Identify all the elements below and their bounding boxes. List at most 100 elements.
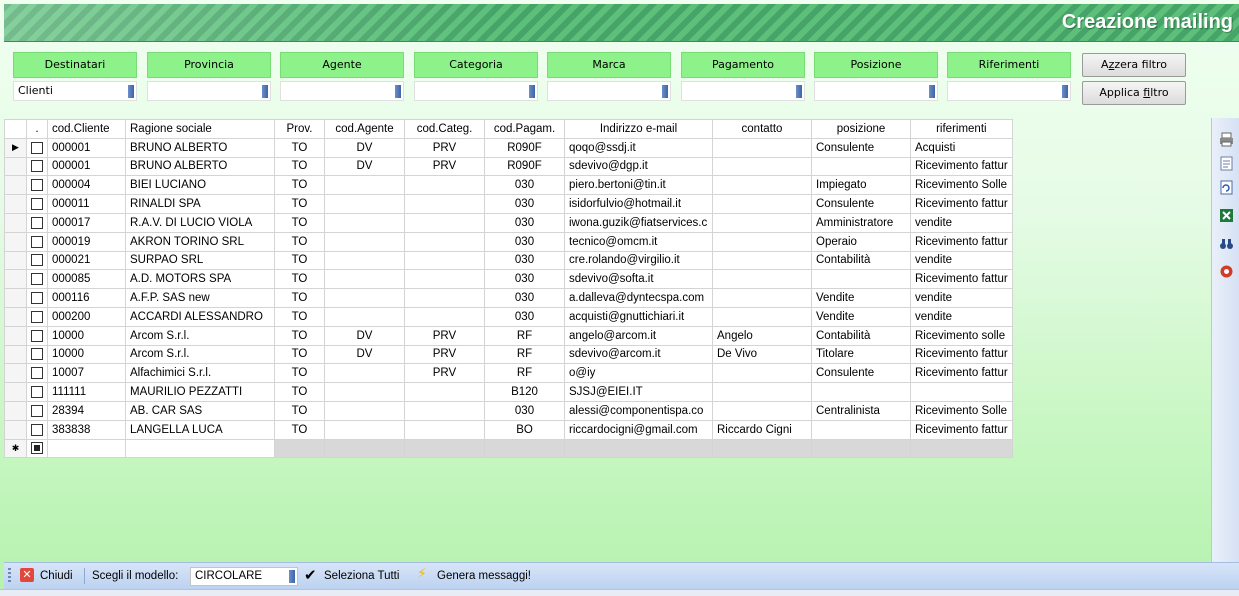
cell-ref[interactable]: Ricevimento solle — [910, 325, 1013, 346]
cell-cat[interactable]: PRV — [404, 325, 485, 346]
row-indicator[interactable] — [4, 269, 27, 290]
cell-code[interactable]: 000001 — [47, 156, 126, 177]
cell-contact[interactable] — [712, 363, 812, 384]
row-indicator[interactable] — [4, 363, 27, 384]
cell-position[interactable] — [811, 419, 911, 440]
filter-select[interactable] — [414, 81, 538, 101]
cell-pay[interactable]: R090F — [484, 156, 565, 177]
column-header[interactable]: posizione — [811, 119, 911, 139]
cell-pay[interactable]: 030 — [484, 250, 565, 271]
new-record-row[interactable]: ✱ — [4, 438, 1013, 459]
cell-position[interactable]: Operaio — [811, 231, 911, 252]
cell-name[interactable]: BRUNO ALBERTO — [125, 156, 275, 177]
row-checkbox[interactable] — [31, 423, 43, 436]
cell-cat[interactable] — [404, 306, 485, 327]
row-checkbox[interactable] — [31, 386, 43, 399]
cell-prov[interactable]: TO — [274, 306, 325, 327]
cell-name[interactable]: BRUNO ALBERTO — [125, 137, 275, 158]
cell-email[interactable]: iwona.guzik@fiatservices.c — [564, 212, 713, 233]
cell-position[interactable] — [811, 156, 911, 177]
cell-cat[interactable]: PRV — [404, 137, 485, 158]
row-indicator[interactable] — [4, 156, 27, 177]
new-cell[interactable] — [274, 438, 325, 459]
cell-agent[interactable]: DV — [324, 156, 405, 177]
filter-dropdown-button[interactable] — [529, 85, 535, 98]
cell-ref[interactable]: Ricevimento fattur — [910, 269, 1013, 290]
cell-pay[interactable]: 030 — [484, 288, 565, 308]
row-checkbox[interactable] — [31, 179, 43, 192]
lightning-icon[interactable]: ⚡ — [417, 566, 427, 582]
cell-agent[interactable] — [324, 194, 405, 214]
filter-dropdown-button[interactable] — [128, 85, 134, 98]
cell-email[interactable]: alessi@componentispa.co — [564, 400, 713, 421]
cell-cat[interactable]: PRV — [404, 363, 485, 384]
cell-name[interactable]: AB. CAR SAS — [125, 400, 275, 421]
table-row[interactable]: ▶ 000001 BRUNO ALBERTO TO DV PRV R090F qoqo@ssd… — [4, 137, 1013, 158]
cell-agent[interactable] — [324, 419, 405, 440]
cell-name[interactable]: SURPAO SRL — [125, 250, 275, 271]
cell-code[interactable]: 000085 — [47, 269, 126, 290]
cell-pay[interactable]: 030 — [484, 231, 565, 252]
row-indicator[interactable] — [4, 325, 27, 346]
cell-code[interactable]: 10007 — [47, 363, 126, 384]
row-checkbox[interactable] — [31, 404, 43, 417]
cell-name[interactable]: Arcom S.r.l. — [125, 325, 275, 346]
cell-agent[interactable] — [324, 231, 405, 252]
cell-position[interactable]: Vendite — [811, 306, 911, 327]
cell-cat[interactable] — [404, 419, 485, 440]
cell-agent[interactable] — [324, 382, 405, 402]
row-indicator[interactable] — [4, 212, 27, 233]
cell-name[interactable]: AKRON TORINO SRL — [125, 231, 275, 252]
new-cell-name[interactable] — [125, 438, 275, 459]
cell-ref[interactable] — [910, 382, 1013, 402]
cell-ref[interactable]: Ricevimento fattur — [910, 231, 1013, 252]
cell-position[interactable]: Contabilità — [811, 250, 911, 271]
row-indicator[interactable] — [4, 344, 27, 365]
table-row[interactable]: 383838 LANGELLA LUCA TO BO riccardocigni@gma… — [4, 419, 1013, 440]
cell-code[interactable]: 10000 — [47, 344, 126, 365]
cell-contact[interactable]: De Vivo — [712, 344, 812, 365]
filter-select[interactable] — [681, 81, 805, 101]
cell-email[interactable]: o@iy — [564, 363, 713, 384]
cell-name[interactable]: Arcom S.r.l. — [125, 344, 275, 365]
cell-position[interactable]: Consulente — [811, 194, 911, 214]
select-all-button[interactable]: Seleziona Tutti — [324, 569, 399, 583]
filter-select[interactable] — [947, 81, 1071, 101]
row-indicator[interactable] — [4, 400, 27, 421]
new-cell[interactable] — [564, 438, 713, 459]
reset-filter-button[interactable]: Azzera filtro — [1082, 53, 1186, 77]
cell-cat[interactable]: PRV — [404, 344, 485, 365]
table-row[interactable]: 000017 R.A.V. DI LUCIO VIOLA TO 030 iwona.gu… — [4, 212, 1013, 233]
cell-contact[interactable] — [712, 231, 812, 252]
cell-prov[interactable]: TO — [274, 382, 325, 402]
table-row[interactable]: 10007 Alfachimici S.r.l. TO PRV RF o@iy Consul… — [4, 363, 1013, 384]
row-indicator[interactable] — [4, 306, 27, 327]
cell-name[interactable]: BIEI LUCIANO — [125, 175, 275, 196]
cell-name[interactable]: R.A.V. DI LUCIO VIOLA — [125, 212, 275, 233]
cell-agent[interactable]: DV — [324, 137, 405, 158]
table-row[interactable]: 000021 SURPAO SRL TO 030 cre.rolando@virgili… — [4, 250, 1013, 271]
cell-code[interactable]: 000200 — [47, 306, 126, 327]
table-row[interactable]: 000001 BRUNO ALBERTO TO DV PRV R090F sdevivo@d… — [4, 156, 1013, 177]
filter-select[interactable] — [280, 81, 404, 101]
cell-prov[interactable]: TO — [274, 269, 325, 290]
cell-code[interactable]: 28394 — [47, 400, 126, 421]
cell-position[interactable]: Vendite — [811, 288, 911, 308]
column-header[interactable]: Prov. — [274, 119, 325, 139]
row-checkbox[interactable] — [31, 329, 43, 342]
row-indicator[interactable] — [4, 231, 27, 252]
cell-cat[interactable] — [404, 400, 485, 421]
row-checkbox[interactable] — [31, 348, 43, 361]
cell-code[interactable]: 111111 — [47, 382, 126, 402]
cell-cat[interactable] — [404, 250, 485, 271]
cell-pay[interactable]: BO — [484, 419, 565, 440]
cell-agent[interactable] — [324, 363, 405, 384]
current-row-indicator[interactable]: ▶ — [4, 137, 27, 158]
row-checkbox[interactable] — [31, 273, 43, 286]
new-cell[interactable] — [811, 438, 911, 459]
row-checkbox[interactable] — [31, 160, 43, 173]
cell-prov[interactable]: TO — [274, 419, 325, 440]
new-row-checkbox[interactable] — [31, 442, 43, 455]
cell-position[interactable]: Contabilità — [811, 325, 911, 346]
cell-position[interactable]: Amministratore — [811, 212, 911, 233]
